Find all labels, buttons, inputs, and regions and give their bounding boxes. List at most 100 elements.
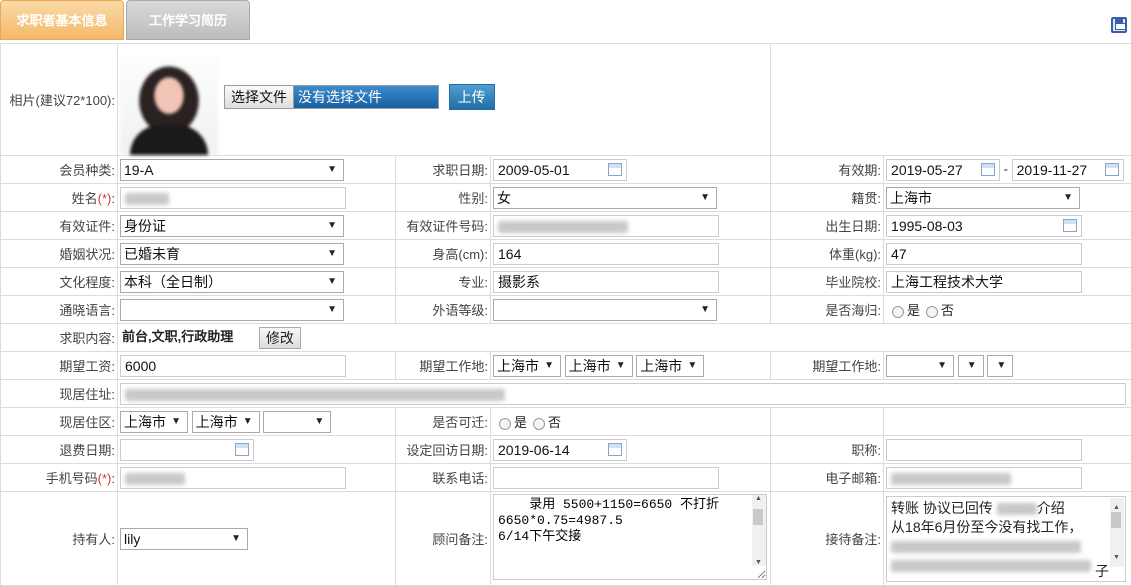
major-input[interactable]: 摄影系: [493, 270, 719, 293]
native-place-label: 籍贯:: [770, 183, 885, 212]
expected-location2-select-3[interactable]: ▼: [987, 354, 1014, 377]
expected-location2-select-2[interactable]: ▼: [957, 354, 984, 377]
expected-location-select-1[interactable]: 上海市 ▼: [493, 354, 561, 377]
job-title-label: 职称:: [770, 435, 885, 464]
refund-date-input[interactable]: [120, 438, 254, 461]
file-chooser[interactable]: 选择文件 没有选择文件: [224, 85, 439, 109]
education-label: 文化程度:: [0, 267, 118, 296]
expected-location-select-3[interactable]: 上海市 ▼: [636, 354, 705, 377]
expected-location2-select-1[interactable]: ▼: [886, 354, 955, 377]
reception-note-tail: 子: [1095, 562, 1110, 579]
foreign-level-label: 外语等级:: [395, 295, 491, 324]
language-select[interactable]: ▼: [120, 298, 344, 321]
area-label: 现居住区:: [0, 407, 118, 436]
relocate-no-radio[interactable]: [533, 417, 546, 430]
advisor-note-wrap: 录用 5500+1150=6650 不打折 6650*0.75=4987.5 6…: [493, 494, 767, 580]
upload-button[interactable]: 上传: [448, 84, 495, 110]
relocate-yes-radio[interactable]: [499, 417, 511, 430]
marital-label: 婚姻状况:: [0, 239, 118, 268]
email-input[interactable]: [886, 466, 1083, 489]
id-type-select[interactable]: 身份证 ▼: [120, 214, 344, 237]
native-place-select[interactable]: 上海市 ▼: [886, 186, 1081, 209]
tab-bar: 求职者基本信息 工作学习简历: [0, 0, 1131, 42]
expected-location2-label: 期望工作地:: [770, 351, 885, 380]
birth-date-label: 出生日期:: [770, 211, 885, 240]
valid-period-label: 有效期:: [770, 155, 885, 184]
overseas-no-radio[interactable]: [926, 305, 939, 318]
calendar-icon[interactable]: [608, 162, 622, 176]
relocate-no-label: 否: [548, 415, 562, 430]
tab-basic-info[interactable]: 求职者基本信息: [0, 0, 124, 40]
apply-date-input[interactable]: 2009-05-01: [493, 158, 627, 181]
save-icon[interactable]: [1111, 17, 1127, 33]
email-label: 电子邮箱:: [770, 463, 885, 492]
foreign-level-select[interactable]: ▼: [493, 298, 717, 321]
school-label: 毕业院校:: [770, 267, 885, 296]
valid-to-input[interactable]: 2019-11-27: [1011, 158, 1124, 181]
expected-location-label: 期望工作地:: [395, 351, 491, 380]
owner-select[interactable]: lily ▼: [120, 527, 248, 550]
job-content-label: 求职内容:: [0, 323, 118, 352]
advisor-note-textarea[interactable]: 录用 5500+1150=6650 不打折 6650*0.75=4987.5 6…: [493, 494, 767, 580]
name-input[interactable]: [120, 186, 346, 209]
contact-phone-label: 联系电话:: [395, 463, 491, 492]
overseas-yes-label: 是: [907, 303, 921, 318]
calendar-icon[interactable]: [608, 442, 622, 456]
reception-note-label: 接待备注:: [770, 491, 885, 586]
expected-salary-input[interactable]: 6000: [120, 354, 346, 377]
refund-date-label: 退费日期:: [0, 435, 118, 464]
job-content-value: 前台,文职,行政助理: [122, 329, 234, 345]
id-number-label: 有效证件号码:: [395, 211, 491, 240]
area-select-1[interactable]: 上海市 ▼: [120, 410, 188, 433]
gender-select[interactable]: 女 ▼: [493, 186, 717, 209]
height-input[interactable]: 164: [493, 242, 719, 265]
calendar-icon[interactable]: [1104, 162, 1119, 176]
overseas-yes-radio[interactable]: [892, 305, 905, 318]
relocate-yes-label: 是: [514, 415, 528, 430]
mobile-label: 手机号码(*):: [0, 463, 118, 492]
reception-note-scrollbar[interactable]: [1110, 497, 1125, 567]
school-input[interactable]: 上海工程技术大学: [886, 270, 1083, 293]
photo-empty: [770, 43, 1131, 156]
choose-file-button[interactable]: 选择文件: [225, 86, 294, 108]
advisor-note-scrollbar[interactable]: [752, 495, 766, 566]
area-select-2[interactable]: 上海市 ▼: [191, 410, 260, 433]
expected-location-select-2[interactable]: 上海市 ▼: [564, 354, 633, 377]
address-input[interactable]: [120, 382, 1126, 405]
advisor-note-label: 顾问备注:: [395, 491, 491, 586]
calendar-icon[interactable]: [1063, 218, 1078, 232]
id-number-input[interactable]: [493, 214, 719, 237]
birth-date-input[interactable]: 1995-08-03: [886, 214, 1083, 237]
photo-label: 相片(建议72*100):: [0, 43, 118, 156]
apply-date-label: 求职日期:: [395, 155, 491, 184]
date-separator: -: [1003, 160, 1008, 176]
tab-work-study[interactable]: 工作学习简历: [126, 0, 250, 40]
calendar-icon[interactable]: [981, 162, 996, 176]
area-select-3[interactable]: ▼: [263, 410, 332, 433]
calendar-icon[interactable]: [235, 442, 249, 456]
contact-phone-input[interactable]: [493, 466, 719, 489]
relocate-label: 是否可迁:: [395, 407, 491, 436]
id-type-label: 有效证件:: [0, 211, 118, 240]
overseas-label: 是否海归:: [770, 295, 885, 324]
valid-from-input[interactable]: 2019-05-27: [886, 158, 1001, 181]
visit-date-input[interactable]: 2019-06-14: [493, 438, 627, 461]
language-label: 通晓语言:: [0, 295, 118, 324]
job-title-input[interactable]: [886, 438, 1083, 461]
gender-label: 性别:: [395, 183, 491, 212]
expected-salary-label: 期望工资:: [0, 351, 118, 380]
overseas-no-label: 否: [941, 303, 955, 318]
mobile-input[interactable]: [120, 466, 346, 489]
weight-input[interactable]: 47: [886, 242, 1083, 265]
owner-label: 持有人:: [0, 491, 118, 586]
height-label: 身高(cm):: [395, 239, 491, 268]
education-select[interactable]: 本科（全日制） ▼: [120, 270, 344, 293]
edit-job-button[interactable]: 修改: [258, 326, 301, 349]
member-type-label: 会员种类:: [0, 155, 118, 184]
reception-note-textarea[interactable]: 转账 协议已回传 介绍 从18年6月份至今没有找工作， 子: [886, 495, 1127, 582]
visit-date-label: 设定回访日期:: [395, 435, 491, 464]
member-type-select[interactable]: 19-A ▼: [120, 158, 344, 181]
weight-label: 体重(kg):: [770, 239, 885, 268]
address-label: 现居住址:: [0, 379, 118, 408]
marital-select[interactable]: 已婚未育 ▼: [120, 242, 344, 265]
